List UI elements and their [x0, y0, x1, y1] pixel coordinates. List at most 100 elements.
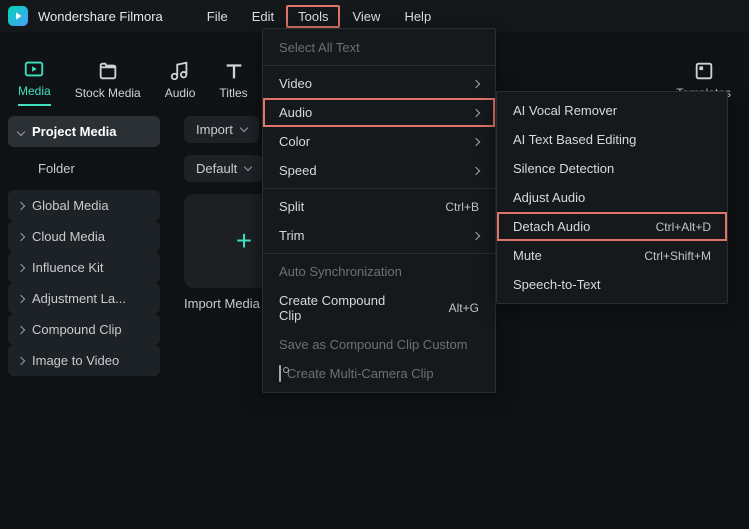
sidebar-folder[interactable]: Folder — [8, 153, 160, 184]
menubar-item-view[interactable]: View — [340, 5, 392, 28]
menu-item-label: Audio — [279, 105, 312, 120]
menu-shortcut: Alt+G — [449, 301, 479, 315]
sidebar: Project Media Folder Global Media Cloud M… — [0, 106, 168, 529]
menu-shortcut: Ctrl+B — [445, 200, 479, 214]
chevron-right-icon — [472, 231, 480, 239]
sidebar-item-influence-kit[interactable]: Influence Kit — [8, 252, 160, 283]
tools-menu-item-split[interactable]: Split Ctrl+B — [263, 192, 495, 221]
tab-media[interactable]: Media — [18, 58, 51, 106]
sort-label: Default — [196, 161, 237, 176]
audio-menu-item-speech-to-text[interactable]: Speech-to-Text — [497, 270, 727, 299]
tools-menu-item-trim[interactable]: Trim — [263, 221, 495, 250]
app-title: Wondershare Filmora — [38, 9, 163, 24]
sort-dropdown[interactable]: Default — [184, 155, 263, 182]
stock-icon — [97, 60, 119, 82]
tools-menu-item-select-all-text: Select All Text — [263, 33, 495, 62]
audio-menu-item-ai-text-based-editing[interactable]: AI Text Based Editing — [497, 125, 727, 154]
menu-separator — [263, 253, 495, 254]
sidebar-label: Influence Kit — [32, 260, 104, 275]
import-dropdown[interactable]: Import — [184, 116, 259, 143]
menubar-item-file[interactable]: File — [195, 5, 240, 28]
menu-shortcut: Ctrl+Shift+M — [644, 249, 711, 263]
audio-icon — [169, 60, 191, 82]
audio-menu-item-mute[interactable]: Mute Ctrl+Shift+M — [497, 241, 727, 270]
chevron-right-icon — [472, 108, 480, 116]
audio-menu-item-detach-audio[interactable]: Detach Audio Ctrl+Alt+D — [497, 212, 727, 241]
menu-item-label: Trim — [279, 228, 305, 243]
chevron-right-icon — [472, 166, 480, 174]
tools-menu-item-create-multi-camera-clip: Create Multi-Camera Clip — [263, 359, 495, 388]
sidebar-item-image-to-video[interactable]: Image to Video — [8, 345, 160, 376]
chevron-right-icon — [472, 79, 480, 87]
tab-audio[interactable]: Audio — [165, 60, 196, 106]
sidebar-label: Adjustment La... — [32, 291, 126, 306]
menu-item-label: Create Multi-Camera Clip — [279, 366, 434, 381]
chevron-right-icon — [17, 356, 25, 364]
titles-icon — [223, 60, 245, 82]
menu-item-label: AI Text Based Editing — [513, 132, 636, 147]
import-label: Import — [196, 122, 233, 137]
tab-label: Titles — [219, 86, 247, 100]
menubar-item-help[interactable]: Help — [392, 5, 443, 28]
menu-item-label: Auto Synchronization — [279, 264, 402, 279]
menu-item-label: Mute — [513, 248, 542, 263]
audio-menu-item-ai-vocal-remover[interactable]: AI Vocal Remover — [497, 96, 727, 125]
audio-menu-item-silence-detection[interactable]: Silence Detection — [497, 154, 727, 183]
menu-item-label: Adjust Audio — [513, 190, 585, 205]
chevron-right-icon — [472, 137, 480, 145]
tools-menu-item-audio[interactable]: Audio — [263, 98, 495, 127]
tab-label: Audio — [165, 86, 196, 100]
tools-menu-item-save-as-compound-clip-custom: Save as Compound Clip Custom — [263, 330, 495, 359]
menu-item-label: Split — [279, 199, 304, 214]
tools-menu-item-color[interactable]: Color — [263, 127, 495, 156]
menubar-item-edit[interactable]: Edit — [240, 5, 286, 28]
menu-item-label: Speech-to-Text — [513, 277, 600, 292]
tab-stock-media[interactable]: Stock Media — [75, 60, 141, 106]
menu-item-label: Color — [279, 134, 310, 149]
chevron-down-icon — [17, 127, 25, 135]
menu-item-label: Detach Audio — [513, 219, 590, 234]
sidebar-item-global-media[interactable]: Global Media — [8, 190, 160, 221]
tools-menu-item-speed[interactable]: Speed — [263, 156, 495, 185]
menu-separator — [263, 65, 495, 66]
sidebar-label: Cloud Media — [32, 229, 105, 244]
sidebar-item-cloud-media[interactable]: Cloud Media — [8, 221, 160, 252]
audio-submenu: AI Vocal Remover AI Text Based Editing Sil… — [496, 91, 728, 304]
chevron-right-icon — [17, 201, 25, 209]
menu-shortcut: Ctrl+Alt+D — [656, 220, 711, 234]
chevron-right-icon — [17, 263, 25, 271]
chevron-right-icon — [17, 325, 25, 333]
sidebar-item-compound-clip[interactable]: Compound Clip — [8, 314, 160, 345]
chevron-down-icon — [244, 163, 252, 171]
menu-item-label: Silence Detection — [513, 161, 614, 176]
app-logo — [8, 6, 28, 26]
menu-item-label: Video — [279, 76, 312, 91]
menu-item-label: Save as Compound Clip Custom — [279, 337, 468, 352]
sidebar-label: Global Media — [32, 198, 109, 213]
chevron-down-icon — [240, 124, 248, 132]
sidebar-label: Image to Video — [32, 353, 119, 368]
tab-titles[interactable]: Titles — [219, 60, 247, 106]
tools-menu-item-create-compound-clip[interactable]: Create Compound Clip Alt+G — [263, 286, 495, 330]
tools-menu: Select All Text Video Audio Color Speed Split… — [262, 28, 496, 393]
media-icon — [23, 58, 45, 80]
menu-item-label: Speed — [279, 163, 317, 178]
menu-item-label: Select All Text — [279, 40, 360, 55]
tools-menu-item-video[interactable]: Video — [263, 69, 495, 98]
menu-item-label: Create Compound Clip — [279, 293, 409, 323]
chevron-right-icon — [17, 294, 25, 302]
sidebar-label: Compound Clip — [32, 322, 122, 337]
chevron-right-icon — [17, 232, 25, 240]
sidebar-project-media[interactable]: Project Media — [8, 116, 160, 147]
camera-icon — [279, 365, 281, 382]
audio-menu-item-adjust-audio[interactable]: Adjust Audio — [497, 183, 727, 212]
menubar-item-tools[interactable]: Tools — [286, 5, 340, 28]
tools-menu-item-auto-synchronization: Auto Synchronization — [263, 257, 495, 286]
menu-separator — [263, 188, 495, 189]
templates-icon — [693, 60, 715, 82]
tab-label: Media — [18, 84, 51, 98]
menubar: FileEditToolsViewHelp — [195, 5, 443, 28]
tab-label: Stock Media — [75, 86, 141, 100]
sidebar-item-adjustment-la-[interactable]: Adjustment La... — [8, 283, 160, 314]
sidebar-label: Project Media — [32, 124, 117, 139]
